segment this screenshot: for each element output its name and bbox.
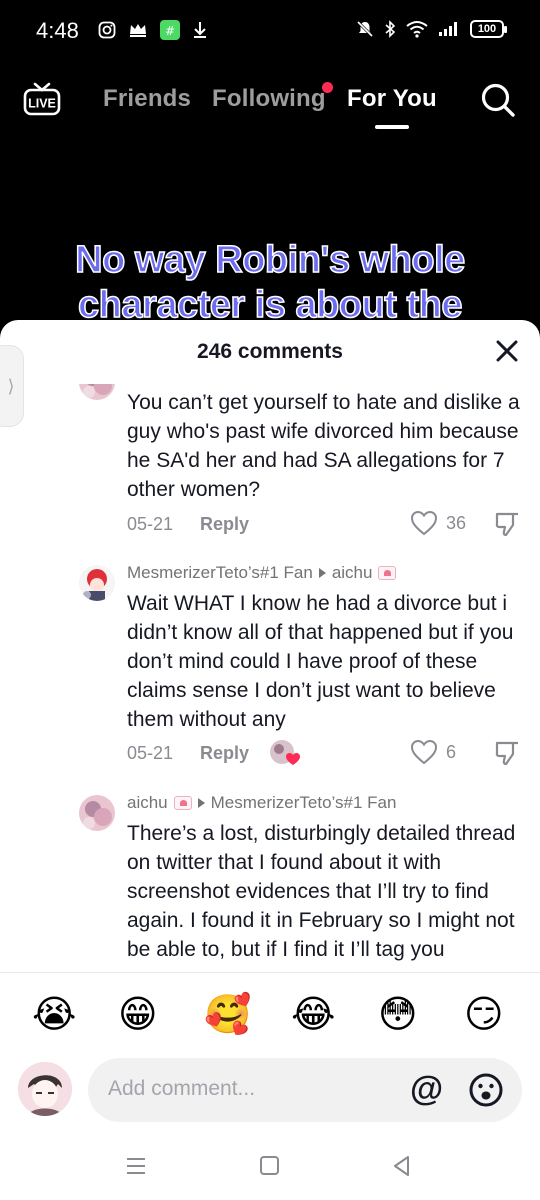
- like-button[interactable]: 36: [410, 510, 466, 536]
- status-right-icons: 100: [356, 20, 507, 38]
- chevron-right-icon: ⟩: [7, 375, 15, 396]
- emoji-button[interactable]: 😏: [464, 990, 504, 1040]
- reply-button[interactable]: Reply: [200, 743, 249, 764]
- mention-button[interactable]: @: [410, 1070, 443, 1108]
- live-icon[interactable]: LIVE: [22, 80, 62, 120]
- reply-arrow-icon: [318, 568, 326, 578]
- avatar[interactable]: [79, 384, 115, 400]
- divider: [0, 972, 540, 973]
- emoji-picker-icon[interactable]: [468, 1072, 504, 1108]
- comment-author[interactable]: MesmerizerTeto’s#1 Fan: [127, 563, 313, 583]
- emoji-button[interactable]: 😳: [378, 990, 418, 1040]
- battery-icon: 100: [470, 20, 507, 38]
- like-count: 36: [446, 512, 467, 533]
- emoji-button[interactable]: 😁: [118, 990, 158, 1040]
- status-left-icons: #: [98, 20, 208, 40]
- comment-item: aichu MesmerizerTeto’s#1 Fan There’s a l…: [0, 789, 540, 972]
- quick-emoji-bar: 😭 😁 🥰 😂 😳 😏: [0, 990, 540, 1044]
- emoji-button[interactable]: 😂: [291, 990, 335, 1040]
- live-label: LIVE: [28, 97, 56, 111]
- following-notification-dot: [322, 82, 333, 93]
- reply-arrow-icon: [197, 798, 205, 808]
- mute-icon: [356, 20, 374, 38]
- comment-input-placeholder: Add comment...: [108, 1077, 256, 1100]
- heart-badge-icon: [173, 796, 192, 810]
- recent-apps-icon[interactable]: [124, 1154, 148, 1178]
- home-icon[interactable]: [258, 1154, 282, 1178]
- video-caption: No way Robin's whole character is about …: [0, 238, 540, 328]
- comment-item: You can’t get yourself to hate and disli…: [0, 384, 540, 544]
- wifi-icon: [406, 21, 428, 38]
- comment-author[interactable]: aichu: [127, 793, 168, 813]
- app-icon: #: [160, 20, 180, 40]
- download-icon: [194, 22, 206, 38]
- status-bar: 4:48 # 100: [0, 0, 540, 62]
- comment-meta: 05-21 Reply 36: [127, 510, 527, 540]
- avatar-image: [18, 1062, 72, 1116]
- heart-outline-icon: [410, 510, 438, 536]
- emoji-button[interactable]: 😭: [32, 990, 76, 1040]
- comment-date: 05-21: [127, 514, 174, 534]
- comment-item: MesmerizerTeto’s#1 Fan aichu Wait WHAT I…: [0, 559, 540, 789]
- comment-bar: Add comment... @: [0, 1058, 540, 1124]
- heart-outline-icon: [410, 739, 438, 765]
- search-icon[interactable]: [480, 82, 516, 118]
- reply-button[interactable]: Reply: [200, 514, 249, 535]
- comment-text: Wait WHAT I know he had a divorce but i …: [127, 592, 514, 731]
- avatar-image: [79, 795, 115, 831]
- close-icon[interactable]: [494, 338, 520, 364]
- comment-header: MesmerizerTeto’s#1 Fan aichu: [127, 563, 397, 583]
- avatar[interactable]: [79, 795, 115, 831]
- tab-following[interactable]: Following: [212, 85, 326, 113]
- like-button[interactable]: 6: [410, 739, 456, 765]
- avatar[interactable]: [79, 565, 115, 601]
- status-time: 4:48: [36, 18, 79, 43]
- crown-icon: [130, 24, 146, 37]
- like-count: 6: [446, 741, 457, 762]
- avatar-image: [79, 565, 115, 601]
- back-icon[interactable]: [390, 1154, 414, 1178]
- comments-sheet: 246 comments You can’t get yourself to h…: [0, 320, 540, 1200]
- heart-badge-icon: [378, 566, 397, 580]
- emoji-button[interactable]: 🥰: [204, 990, 251, 1040]
- instagram-icon: [98, 21, 116, 39]
- reply-to-name[interactable]: MesmerizerTeto’s#1 Fan: [211, 793, 397, 813]
- bluetooth-icon: [385, 20, 396, 38]
- comment-input[interactable]: Add comment... @: [88, 1058, 522, 1122]
- avatar-image: [79, 384, 115, 400]
- comment-date: 05-21: [127, 743, 174, 763]
- comment-list[interactable]: You can’t get yourself to hate and disli…: [0, 384, 540, 972]
- tab-for-you[interactable]: For You: [347, 85, 437, 113]
- creator-liked-icon: [270, 740, 300, 765]
- comment-text: You can’t get yourself to hate and disli…: [127, 391, 520, 501]
- my-avatar[interactable]: [18, 1062, 72, 1116]
- signal-icon: [439, 22, 457, 36]
- system-nav-bar: [0, 1140, 540, 1200]
- dislike-icon[interactable]: [494, 510, 520, 538]
- top-nav: LIVE Friends Following For You: [0, 62, 540, 142]
- active-tab-indicator: [375, 125, 409, 129]
- reply-to-name[interactable]: aichu: [332, 563, 373, 583]
- comment-count: 246 comments: [197, 340, 343, 363]
- svg-text:#: #: [165, 24, 175, 38]
- comment-text: There’s a lost, disturbingly detailed th…: [127, 822, 516, 961]
- comment-meta: 05-21 Reply 6: [127, 739, 527, 769]
- side-drawer-handle[interactable]: ⟩: [0, 345, 24, 427]
- tab-friends[interactable]: Friends: [103, 85, 191, 113]
- caption-line-1: No way Robin's whole: [74, 238, 466, 282]
- dislike-icon[interactable]: [494, 739, 520, 767]
- comments-header: 246 comments: [0, 320, 540, 384]
- comment-header: aichu MesmerizerTeto’s#1 Fan: [127, 793, 396, 813]
